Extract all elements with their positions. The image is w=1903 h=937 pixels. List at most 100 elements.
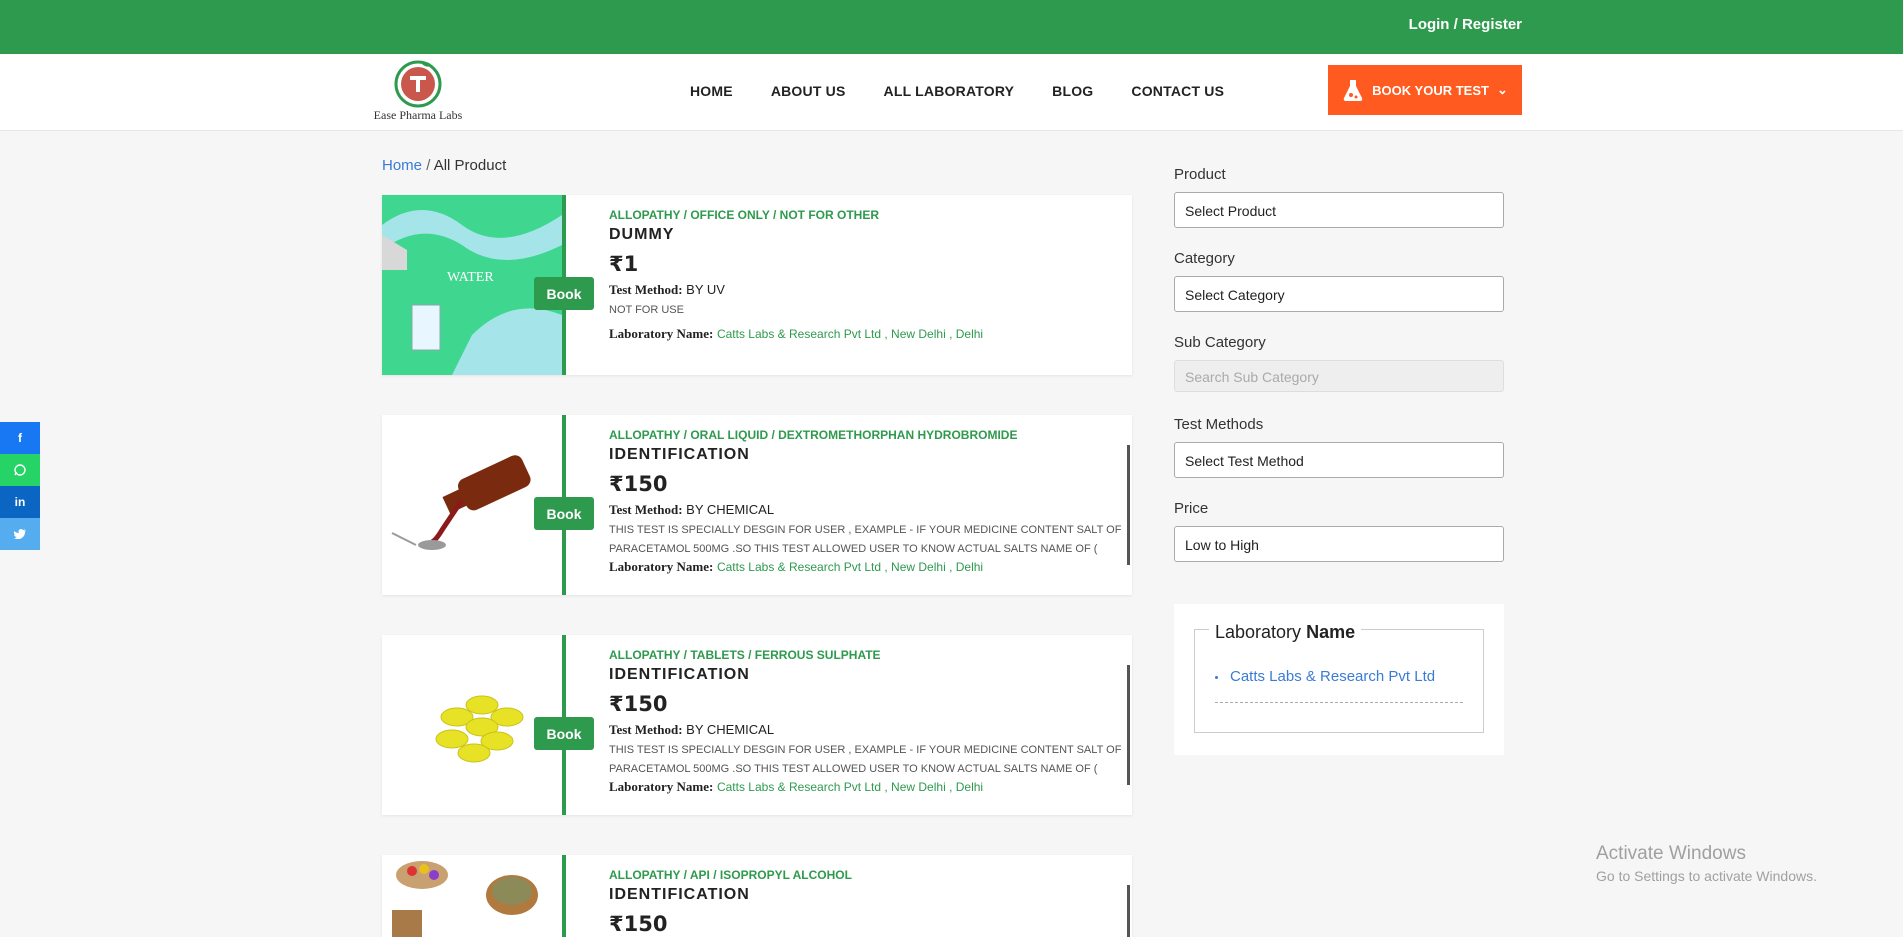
product-category[interactable]: ALLOPATHY / API / ISOPROPYL ALCOHOL (609, 868, 1129, 882)
description-line: THIS TEST IS SPECIALLY DESGIN FOR USER ,… (609, 524, 1122, 536)
laboratory-name: Laboratory Name: Catts Labs & Research P… (609, 779, 1129, 795)
test-method: Test Method: BY CHEMICAL (609, 502, 1129, 518)
card-scrollbar[interactable] (1127, 445, 1130, 565)
laboratory-name: Laboratory Name: Catts Labs & Research P… (609, 559, 1129, 575)
book-button[interactable]: Book (534, 277, 594, 310)
laboratory-name: Laboratory Name: Catts Labs & Research P… (609, 326, 1129, 342)
breadcrumb-current: All Product (433, 157, 507, 174)
bullet-icon (1215, 675, 1218, 679)
breadcrumb-separator: / (426, 157, 431, 174)
nav-blog[interactable]: BLOG (1052, 83, 1093, 99)
product-price: ₹150 (609, 472, 668, 496)
test-method: Test Method: BY UV (609, 282, 1129, 298)
product-category[interactable]: ALLOPATHY / OFFICE ONLY / NOT FOR OTHER (609, 208, 1129, 222)
social-share-bar: f in (0, 422, 40, 550)
filter-sidebar: Product Select Product Category Select C… (1174, 166, 1504, 584)
product-description: THIS TEST IS SPECIALLY DESGIN FOR USER ,… (609, 521, 1129, 559)
laboratory-name-label: Laboratory Name: (609, 559, 714, 574)
water-image-text: WATER (447, 270, 494, 285)
description-line: THIS TEST IS SPECIALLY DESGIN FOR USER ,… (609, 744, 1122, 756)
product-title[interactable]: DUMMY (609, 226, 1129, 244)
whatsapp-icon[interactable] (0, 454, 40, 486)
breadcrumb: Home / All Product (382, 157, 506, 174)
legend-text: Laboratory (1215, 622, 1302, 642)
chevron-down-icon: ⌄ (1496, 82, 1508, 97)
product-price: ₹1 (609, 252, 639, 276)
whatsapp-glyph-icon (14, 464, 26, 476)
product-category[interactable]: ALLOPATHY / TABLETS / FERROUS SULPHATE (609, 648, 1129, 662)
laboratory-list-item[interactable]: Catts Labs & Research Pvt Ltd (1215, 668, 1435, 685)
laboratory-link[interactable]: Catts Labs & Research Pvt Ltd , New Delh… (717, 560, 983, 574)
product-info: ALLOPATHY / ORAL LIQUID / DEXTROMETHORPH… (609, 428, 1129, 575)
description-line: PARACETAMOL 500MG .SO THIS TEST ALLOWED … (609, 543, 1098, 555)
subcategory-filter-label: Sub Category (1174, 334, 1266, 351)
product-price: ₹150 (609, 692, 668, 716)
subcategory-search-input[interactable]: Search Sub Category (1174, 360, 1504, 392)
laboratory-legend: Laboratory Name (1209, 622, 1362, 643)
product-info: ALLOPATHY / OFFICE ONLY / NOT FOR OTHER … (609, 208, 1129, 342)
main-nav: HOME ABOUT US ALL LABORATORY BLOG CONTAC… (690, 83, 1262, 99)
nav-about-us[interactable]: ABOUT US (771, 83, 846, 99)
test-method: Test Method: BY CHEMICAL (609, 722, 1129, 738)
activate-windows-watermark: Activate Windows Go to Settings to activ… (1596, 843, 1817, 884)
test-method-label: Test Method: (609, 722, 683, 737)
laboratory-link[interactable]: Catts Labs & Research Pvt Ltd , New Delh… (717, 327, 983, 341)
test-method-value: BY UV (686, 282, 725, 297)
test-methods-filter-label: Test Methods (1174, 416, 1264, 433)
category-filter-label: Category (1174, 250, 1235, 267)
card-scrollbar[interactable] (1127, 885, 1130, 937)
top-bar: Login / Register (0, 0, 1903, 54)
test-method-value: BY CHEMICAL (686, 502, 775, 517)
laboratory-fieldset: Laboratory Name Catts Labs & Research Pv… (1194, 622, 1484, 733)
product-filter-label: Product (1174, 166, 1226, 183)
product-card[interactable]: ALLOPATHY / API / ISOPROPYL ALCOHOL IDEN… (382, 855, 1132, 937)
product-card[interactable]: WATER Book ALLOPATHY / OFFICE ONLY / NOT… (382, 195, 1132, 375)
book-button[interactable]: Book (534, 497, 594, 530)
twitter-icon[interactable] (0, 518, 40, 550)
book-your-test-button[interactable]: BOOK YOUR TEST ⌄ (1328, 65, 1522, 115)
watermark-line-1: Activate Windows (1596, 843, 1746, 864)
laboratory-name-label: Laboratory Name: (609, 779, 714, 794)
linkedin-icon[interactable]: in (0, 486, 40, 518)
product-title[interactable]: IDENTIFICATION (609, 446, 1129, 464)
nav-home[interactable]: HOME (690, 83, 733, 99)
card-divider (562, 855, 566, 937)
product-info: ALLOPATHY / API / ISOPROPYL ALCOHOL IDEN… (609, 868, 1129, 936)
category-select[interactable]: Select Category (1174, 276, 1504, 312)
watermark-line-2: Go to Settings to activate Windows. (1596, 868, 1817, 884)
laboratory-filter-box: Laboratory Name Catts Labs & Research Pv… (1174, 604, 1504, 755)
dashed-divider (1215, 702, 1463, 703)
nav-contact-us[interactable]: CONTACT US (1131, 83, 1224, 99)
product-description: THIS TEST IS SPECIALLY DESGIN FOR USER ,… (609, 741, 1129, 779)
price-sort-select[interactable]: Low to High (1174, 526, 1504, 562)
laboratory-link[interactable]: Catts Labs & Research Pvt Ltd , New Delh… (717, 780, 983, 794)
price-filter-label: Price (1174, 500, 1209, 517)
product-select[interactable]: Select Product (1174, 192, 1504, 228)
login-register-link[interactable]: Login / Register (1409, 16, 1522, 33)
site-logo[interactable]: Ease Pharma Labs (366, 58, 470, 124)
product-category[interactable]: ALLOPATHY / ORAL LIQUID / DEXTROMETHORPH… (609, 428, 1129, 442)
main-navbar: Ease Pharma Labs HOME ABOUT US ALL LABOR… (0, 54, 1903, 131)
product-image-herbs (382, 855, 562, 937)
product-title[interactable]: IDENTIFICATION (609, 886, 1129, 904)
description-line: PARACETAMOL 500MG .SO THIS TEST ALLOWED … (609, 763, 1098, 775)
test-method-label: Test Method: (609, 282, 683, 297)
book-button[interactable]: Book (534, 717, 594, 750)
breadcrumb-home[interactable]: Home (382, 157, 422, 174)
facebook-icon[interactable]: f (0, 422, 40, 454)
product-title[interactable]: IDENTIFICATION (609, 666, 1129, 684)
product-card[interactable]: Book ALLOPATHY / TABLETS / FERROUS SULPH… (382, 635, 1132, 815)
product-description: NOT FOR USE (609, 304, 684, 316)
legend-bold-text: Name (1306, 622, 1356, 642)
test-method-select[interactable]: Select Test Method (1174, 442, 1504, 478)
nav-all-laboratory[interactable]: ALL LABORATORY (884, 83, 1015, 99)
book-your-test-label: BOOK YOUR TEST (1372, 82, 1489, 98)
laboratory-name-label: Laboratory Name: (609, 326, 714, 341)
twitter-bird-icon (14, 529, 26, 539)
product-price: ₹150 (609, 912, 668, 936)
laboratory-item-label: Catts Labs & Research Pvt Ltd (1230, 668, 1436, 685)
card-scrollbar[interactable] (1127, 665, 1130, 785)
product-card[interactable]: Book ALLOPATHY / ORAL LIQUID / DEXTROMET… (382, 415, 1132, 595)
product-info: ALLOPATHY / TABLETS / FERROUS SULPHATE I… (609, 648, 1129, 795)
test-method-value: BY CHEMICAL (686, 722, 775, 737)
